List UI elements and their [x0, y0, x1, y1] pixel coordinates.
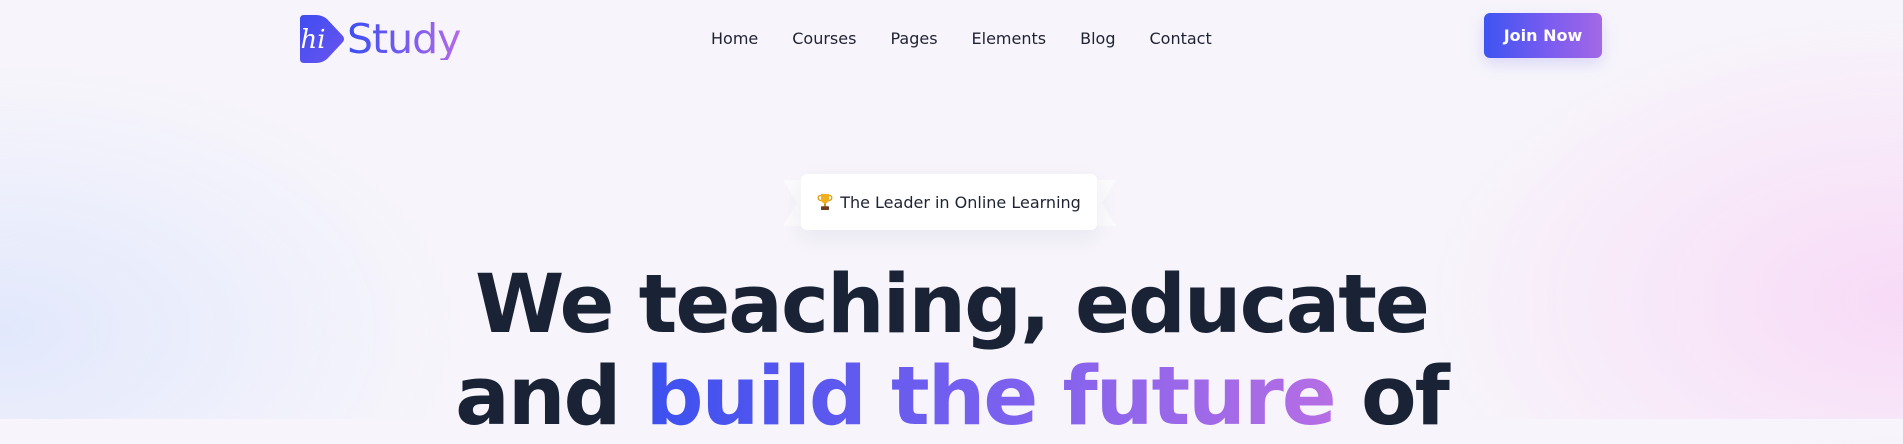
badge-text: The Leader in Online Learning: [840, 192, 1081, 212]
hero-line-2-start: and: [455, 350, 621, 444]
logo-mark-icon: hi: [300, 15, 344, 63]
badge-card: The Leader in Online Learning: [801, 174, 1097, 230]
hero-highlight: build the future: [645, 350, 1337, 444]
site-logo[interactable]: hi Study: [294, 12, 461, 66]
site-header: hi Study Home Courses Pages Elements Blo…: [0, 0, 1903, 80]
trophy-icon: [817, 194, 833, 210]
nav-item-pages[interactable]: Pages: [890, 24, 937, 54]
nav-item-courses[interactable]: Courses: [792, 24, 856, 54]
hero-line-2-end: of: [1360, 350, 1450, 444]
hero-headline-line-2: and build the future of: [0, 351, 1903, 443]
hero-badge: The Leader in Online Learning: [783, 174, 1116, 232]
nav-item-home[interactable]: Home: [711, 24, 758, 54]
logo-mark-text: hi: [300, 25, 325, 55]
nav-item-elements[interactable]: Elements: [972, 24, 1047, 54]
nav-item-blog[interactable]: Blog: [1080, 24, 1115, 54]
logo-wordmark: Study: [347, 14, 461, 63]
hero-headline: We teaching, educate and build the futur…: [0, 259, 1903, 443]
main-nav: Home Courses Pages Elements Blog Contact: [711, 24, 1212, 54]
join-now-button[interactable]: Join Now: [1484, 13, 1602, 58]
nav-item-contact[interactable]: Contact: [1149, 24, 1211, 54]
hero-headline-line-1: We teaching, educate: [475, 258, 1430, 352]
